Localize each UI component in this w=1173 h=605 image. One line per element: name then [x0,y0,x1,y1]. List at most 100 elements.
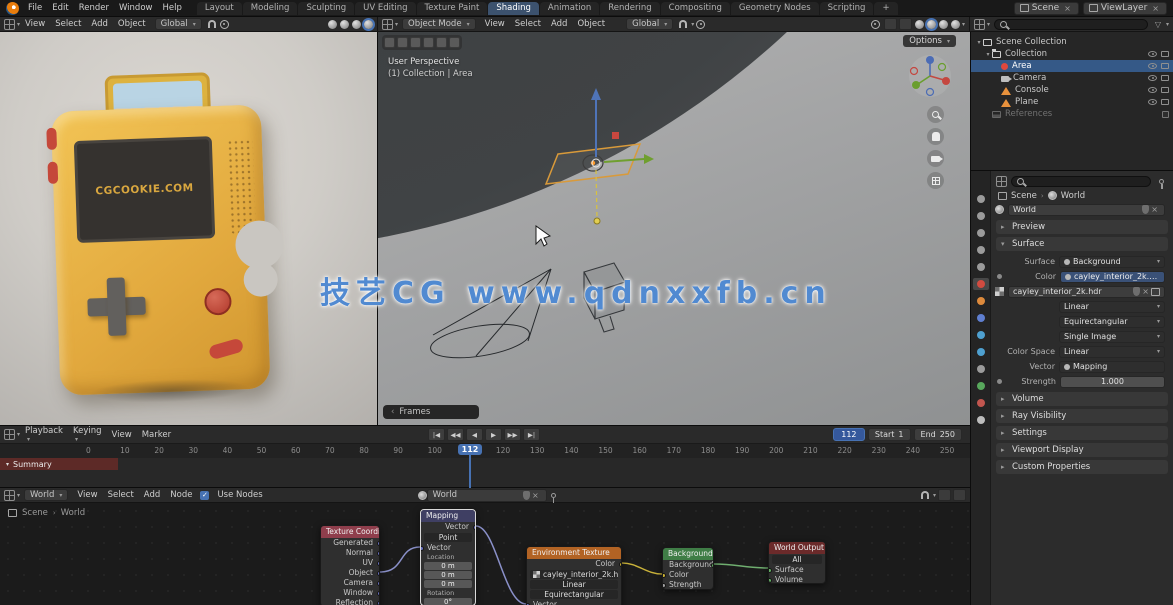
menu-item[interactable]: View [480,19,510,29]
menu-item[interactable]: Marker▾ [137,430,176,440]
properties-tab[interactable] [973,295,989,307]
node-input-socket[interactable]: Vector [527,600,621,605]
transport-button[interactable]: ▶| [523,428,540,441]
playhead[interactable]: 112 [458,444,482,455]
summary-channel[interactable]: ▾Summary [0,458,118,470]
properties-tab[interactable] [973,227,989,239]
snap-magnet-icon[interactable] [679,20,687,28]
section-preview[interactable]: ▸Preview [996,220,1168,234]
frame-end-field[interactable]: End250 [914,428,962,441]
mapping-type-dropdown[interactable]: Point [424,533,472,542]
surface-shader-dropdown[interactable]: Background▾ [1059,256,1165,268]
node-texture-coordinate[interactable]: Texture Coordinate GeneratedNormalUVObje… [320,525,380,605]
properties-tab[interactable] [973,261,989,273]
node-output-socket[interactable]: Reflection [321,598,379,605]
tool-icon[interactable] [410,37,421,48]
overlays-toggle-icon[interactable] [899,18,912,30]
tool-icon[interactable] [397,37,408,48]
filter-icon[interactable]: ▽ [1152,20,1164,29]
collapsed-section[interactable]: ▸Volume [996,392,1168,406]
shader-type-dropdown[interactable]: World▾ [24,489,68,501]
workspace-tab[interactable]: Layout [197,2,242,15]
node-mapping[interactable]: Mapping Vector Point Vector Location0 m0… [420,509,476,605]
gizmo-toggle-icon[interactable] [884,18,897,30]
image-datablock-selector[interactable]: cayley_interior_2k.hdr × [1008,286,1165,298]
use-nodes-checkbox[interactable]: ✓ [200,491,209,500]
outliner-row[interactable]: Plane [971,96,1173,108]
tool-icon[interactable] [436,37,447,48]
open-image-icon[interactable] [1151,288,1160,296]
proportional-edit-icon[interactable] [220,20,229,29]
menu-item[interactable]: Help [157,3,186,13]
outliner-row[interactable]: Area [971,60,1173,72]
navigation-gizmo[interactable] [908,54,952,98]
menu-item[interactable]: Window [114,3,158,13]
colorspace-dropdown[interactable]: Linear▾ [1059,346,1165,358]
editor-type-icon[interactable] [4,490,15,501]
menu-item[interactable]: Add [86,19,112,29]
orientation-dropdown[interactable]: Global▾ [626,18,673,30]
menu-item[interactable]: Add [546,19,572,29]
node-canvas[interactable]: Scene›World Texture Coordinate Generated… [0,503,970,605]
image-datablock-field[interactable]: cayley_interior_2k.hdr [530,570,618,579]
menu-item[interactable]: Object [572,19,610,29]
hide-eye-icon[interactable] [1148,87,1157,93]
ortho-toggle-button[interactable] [927,172,944,189]
workspace-tab[interactable]: + [874,2,897,15]
node-output-socket[interactable]: Generated [321,538,379,548]
properties-tab[interactable] [973,346,989,358]
projection-dropdown[interactable]: Equirectangular▾ [1059,316,1165,328]
collapsed-section[interactable]: ▸Ray Visibility [996,409,1168,423]
transport-button[interactable]: ◀◀ [447,428,464,441]
node-environment-texture[interactable]: Environment Texture Color cayley_interio… [526,546,622,605]
outliner-row[interactable]: ▾ Scene Collection [971,36,1173,48]
unlink-icon[interactable]: × [1062,4,1073,13]
workspace-tab[interactable]: Compositing [661,2,730,15]
menu-item[interactable]: Node [165,490,197,500]
properties-tab[interactable] [973,329,989,341]
tool-icon[interactable] [449,37,460,48]
fake-user-icon[interactable] [1133,287,1140,296]
editor-type-icon[interactable] [382,19,393,30]
node-value-row[interactable]: 0 m [424,571,472,579]
mode-dropdown[interactable]: Object Mode▾ [402,18,476,30]
render-visibility-icon[interactable] [1161,87,1169,93]
menu-item[interactable]: Add [139,490,165,500]
node-output-socket[interactable]: Camera [321,578,379,588]
viewport-3d[interactable]: User Perspective (1) Collection | Area O… [378,32,970,425]
workspace-tab[interactable]: Animation [540,2,599,15]
unlink-icon[interactable]: × [1150,4,1161,13]
transport-button[interactable]: ▶ [485,428,502,441]
shading-rendered-icon[interactable] [951,20,960,29]
node-input-socket[interactable]: Strength [663,580,713,590]
properties-tab[interactable] [973,278,989,290]
node-output-socket[interactable]: UV [321,558,379,568]
editor-type-icon[interactable] [4,429,15,440]
fake-user-icon[interactable] [523,491,530,500]
overlays-toggle-icon[interactable] [938,489,951,501]
use-nodes-label[interactable]: Use Nodes [212,490,267,500]
node-background[interactable]: Background Background Color Strength [662,547,714,590]
source-dropdown[interactable]: Single Image▾ [1059,331,1165,343]
unlink-icon[interactable]: × [530,491,541,500]
properties-tab[interactable] [973,363,989,375]
unlink-icon[interactable]: × [1140,287,1151,296]
collapsed-section[interactable]: ▸Settings [996,426,1168,440]
render-visibility-icon[interactable] [1161,75,1169,81]
pan-button[interactable] [927,128,944,145]
menu-item[interactable]: View▾ [107,430,137,440]
orientation-dropdown[interactable]: Global▾ [155,18,202,30]
workspace-tab[interactable]: Rendering [600,2,659,15]
collapsed-section[interactable]: ▸Viewport Display [996,443,1168,457]
properties-tab[interactable] [973,210,989,222]
editor-type-icon[interactable] [974,19,985,30]
tool-icon[interactable] [384,37,395,48]
shading-solid-icon[interactable] [340,20,349,29]
menu-item[interactable]: Keying▾ [68,426,107,443]
region-toggle-icon[interactable] [953,489,966,501]
camera-view-button[interactable] [927,150,944,167]
world-datablock-selector[interactable]: World × [427,489,547,502]
node-output-socket[interactable]: Object [321,568,379,578]
shading-wireframe-icon[interactable] [915,20,924,29]
expand-icon[interactable]: ▾ [984,51,992,58]
